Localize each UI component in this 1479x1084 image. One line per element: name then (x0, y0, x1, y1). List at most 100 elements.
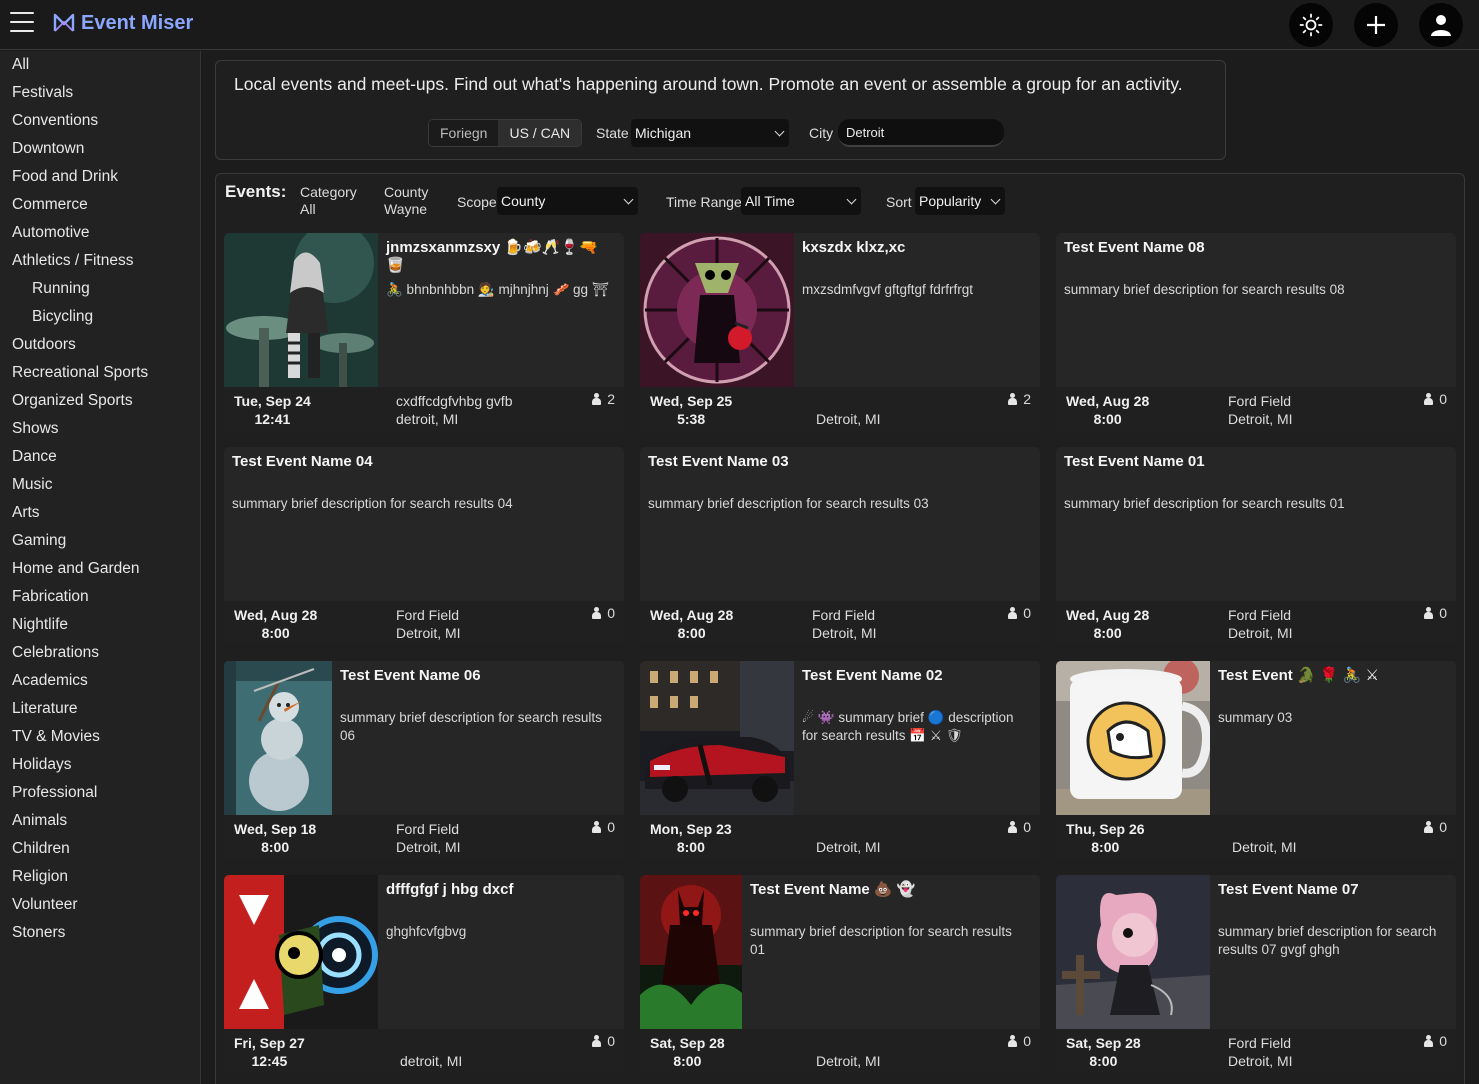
sidebar-item-bicycling[interactable]: Bicycling (0, 303, 200, 331)
event-card[interactable]: Test Event Name 03 summary brief descript… (640, 447, 1040, 645)
scope-select[interactable]: County (497, 187, 638, 215)
brand-name[interactable]: Event Miser (81, 12, 193, 35)
attendee-count-value: 2 (1023, 391, 1031, 407)
category-filter[interactable]: Category All (300, 184, 357, 218)
event-time: 12:45 (251, 1053, 288, 1069)
event-thumbnail[interactable] (224, 233, 378, 387)
sidebar-item-shows[interactable]: Shows (0, 415, 200, 443)
add-event-button[interactable] (1354, 3, 1398, 47)
sidebar-item-recreational-sports[interactable]: Recreational Sports (0, 359, 200, 387)
event-title[interactable]: Test Event 🐊 🌹 🚴 ⚔ (1218, 667, 1448, 685)
sidebar-item-all[interactable]: All (0, 51, 200, 79)
attendee-count-value: 2 (607, 391, 615, 407)
region-foreign-button[interactable]: Foriegn (429, 120, 499, 146)
sidebar-item-dance[interactable]: Dance (0, 443, 200, 471)
event-thumbnail[interactable] (640, 661, 794, 815)
event-title[interactable]: jnmzsxanmzsxy 🍺🍻🥂🍷🔫🥃 (386, 239, 616, 275)
city-input[interactable] (838, 119, 1004, 147)
sidebar-item-automotive[interactable]: Automotive (0, 219, 200, 247)
event-description: summary brief description for search res… (648, 496, 929, 511)
attendee-count-value: 0 (607, 605, 615, 621)
sidebar-item-animals[interactable]: Animals (0, 807, 200, 835)
state-select[interactable]: Michigan (631, 119, 789, 147)
attendee-count: 0 (1424, 391, 1447, 407)
event-card[interactable]: Test Event Name 07 summary brief descript… (1056, 875, 1456, 1073)
person-icon (1008, 821, 1018, 833)
event-title[interactable]: Test Event Name 💩 👻 (750, 881, 1032, 899)
event-card[interactable]: jnmzsxanmzsxy 🍺🍻🥂🍷🔫🥃 🚴 bhnbnhbbn 🧑‍🎨 mjhn… (224, 233, 624, 431)
sidebar-item-religion[interactable]: Religion (0, 863, 200, 891)
sidebar-item-nightlife[interactable]: Nightlife (0, 611, 200, 639)
sort-select[interactable]: Popularity (915, 187, 1005, 215)
sidebar-item-athletics-fitness[interactable]: Athletics / Fitness (0, 247, 200, 275)
sidebar-item-literature[interactable]: Literature (0, 695, 200, 723)
event-thumbnail[interactable] (640, 233, 794, 387)
sidebar-item-arts[interactable]: Arts (0, 499, 200, 527)
county-filter[interactable]: County Wayne (384, 184, 428, 218)
event-title[interactable]: Test Event Name 08 (1064, 239, 1448, 257)
event-thumbnail[interactable] (640, 875, 742, 1029)
sidebar-item-stoners[interactable]: Stoners (0, 919, 200, 947)
event-thumbnail[interactable] (1056, 875, 1210, 1029)
sidebar-item-holidays[interactable]: Holidays (0, 751, 200, 779)
account-button[interactable] (1419, 3, 1463, 47)
person-icon (1424, 393, 1434, 405)
sidebar-item-music[interactable]: Music (0, 471, 200, 499)
event-title[interactable]: Test Event Name 01 (1064, 453, 1448, 471)
sidebar-item-commerce[interactable]: Commerce (0, 191, 200, 219)
sidebar-item-professional[interactable]: Professional (0, 779, 200, 807)
event-card[interactable]: Test Event Name 02 ☄ 👾 summary brief 🔵 de… (640, 661, 1040, 859)
event-title[interactable]: Test Event Name 02 (802, 667, 1032, 685)
sidebar-item-running[interactable]: Running (0, 275, 200, 303)
event-card[interactable]: dfffgfgf j hbg dxcf ghghfcvfgbvg Fri, Sep … (224, 875, 624, 1073)
sidebar-item-gaming[interactable]: Gaming (0, 527, 200, 555)
event-time: 8:00 (261, 839, 290, 855)
event-card[interactable]: Test Event Name 06 summary brief descript… (224, 661, 624, 859)
person-icon (1424, 821, 1434, 833)
event-card[interactable]: Test Event Name 💩 👻 summary brief descrip… (640, 875, 1040, 1073)
sidebar-item-academics[interactable]: Academics (0, 667, 200, 695)
event-thumbnail[interactable] (224, 875, 378, 1029)
chevron-down-icon (623, 194, 634, 205)
time-range-select[interactable]: All Time (741, 187, 861, 215)
sidebar-item-children[interactable]: Children (0, 835, 200, 863)
sidebar-item-home-and-garden[interactable]: Home and Garden (0, 555, 200, 583)
intro-text: Local events and meet-ups. Find out what… (234, 74, 1183, 94)
sidebar-item-tv-movies[interactable]: TV & Movies (0, 723, 200, 751)
event-date: Mon, Sep 23 (650, 821, 732, 837)
theme-toggle-button[interactable] (1289, 3, 1333, 47)
event-location: Ford Field Detroit, MI (396, 820, 461, 856)
event-title[interactable]: Test Event Name 07 (1218, 881, 1448, 899)
sidebar-item-downtown[interactable]: Downtown (0, 135, 200, 163)
event-thumbnail[interactable] (224, 661, 332, 815)
event-time: 8:00 (1093, 625, 1122, 641)
sidebar-item-food-and-drink[interactable]: Food and Drink (0, 163, 200, 191)
attendee-count: 0 (1424, 605, 1447, 621)
hamburger-menu-icon[interactable] (10, 12, 34, 34)
time-range-value: All Time (745, 193, 795, 209)
event-footer: Sat, Sep 28 8:00 Ford Field Detroit, MI 0 (1056, 1029, 1456, 1073)
attendee-count-value: 0 (607, 819, 615, 835)
region-us-can-button[interactable]: US / CAN (498, 120, 582, 146)
event-card[interactable]: Test Event Name 08 summary brief descript… (1056, 233, 1456, 431)
sidebar-item-outdoors[interactable]: Outdoors (0, 331, 200, 359)
event-title[interactable]: kxszdx klxz,xc (802, 239, 1032, 257)
sidebar-item-celebrations[interactable]: Celebrations (0, 639, 200, 667)
event-title[interactable]: Test Event Name 04 (232, 453, 616, 471)
event-datetime: Wed, Sep 25 5:38 (650, 392, 732, 428)
event-card[interactable]: kxszdx klxz,xc mxzsdmfvgvf gftgftgf fdrfr… (640, 233, 1040, 431)
sidebar-item-fabrication[interactable]: Fabrication (0, 583, 200, 611)
event-title[interactable]: Test Event Name 06 (340, 667, 616, 685)
event-card[interactable]: Test Event 🐊 🌹 🚴 ⚔ summary 03 Thu, Sep 26 8… (1056, 661, 1456, 859)
event-card[interactable]: Test Event Name 01 summary brief descript… (1056, 447, 1456, 645)
sidebar-item-organized-sports[interactable]: Organized Sports (0, 387, 200, 415)
event-date: Fri, Sep 27 (234, 1035, 305, 1051)
event-card[interactable]: Test Event Name 04 summary brief descript… (224, 447, 624, 645)
chevron-down-icon (990, 194, 1001, 205)
event-thumbnail[interactable] (1056, 661, 1210, 815)
event-title[interactable]: Test Event Name 03 (648, 453, 1032, 471)
event-title[interactable]: dfffgfgf j hbg dxcf (386, 881, 616, 899)
sidebar-item-volunteer[interactable]: Volunteer (0, 891, 200, 919)
sidebar-item-festivals[interactable]: Festivals (0, 79, 200, 107)
sidebar-item-conventions[interactable]: Conventions (0, 107, 200, 135)
